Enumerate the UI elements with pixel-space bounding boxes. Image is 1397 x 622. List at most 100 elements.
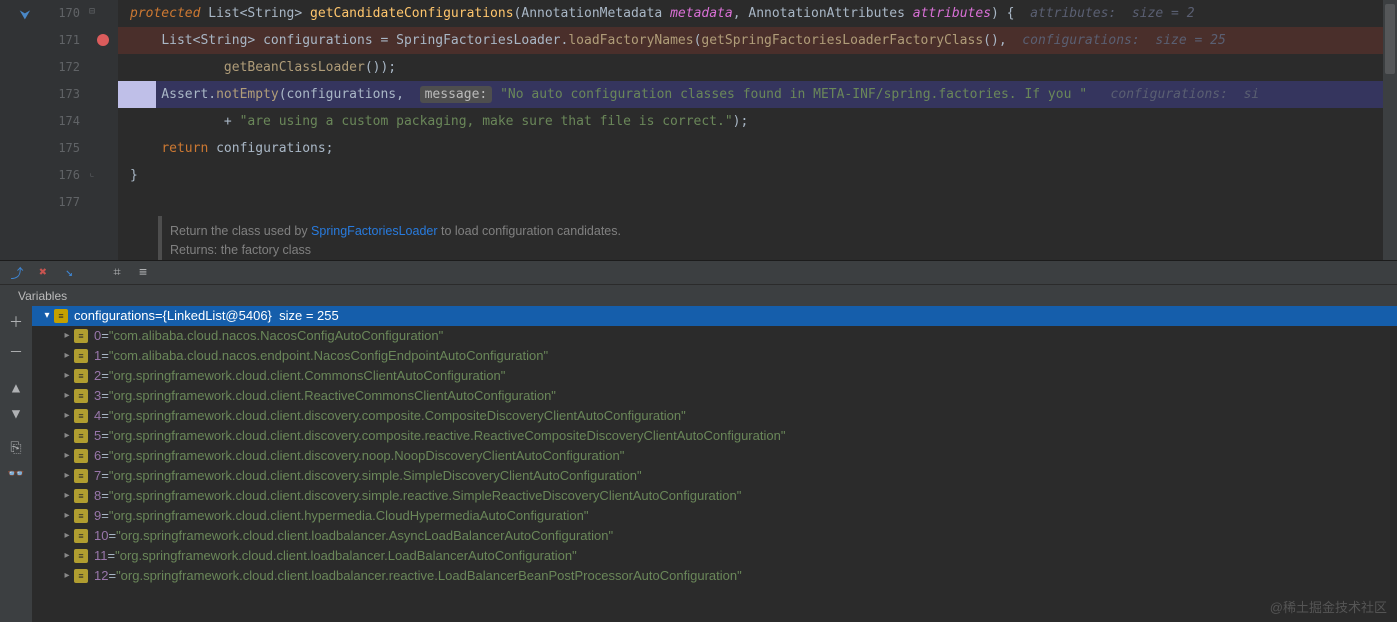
equals: = [155, 306, 163, 326]
settings-icon[interactable]: ≡ [136, 266, 150, 280]
field-icon: ≡ [74, 509, 88, 523]
threads-icon[interactable]: ↘ [62, 266, 76, 280]
move-up-icon[interactable]: ▲ [12, 380, 20, 396]
tree-row[interactable]: ▸≡9 = "org.springframework.cloud.client.… [32, 506, 1397, 526]
code-line[interactable]: return configurations; [118, 135, 1397, 162]
fold-end-icon[interactable]: ⌞ [89, 168, 95, 179]
debugger-toolbar: ⤴ ✖ ↘ ⌗ ≡ [0, 260, 1397, 284]
expand-arrow-icon[interactable]: ▸ [60, 406, 74, 426]
method-call: getBeanClassLoader [224, 60, 365, 75]
tree-row[interactable]: ▸≡ 10 = "org.springframework.cloud.client… [32, 526, 1397, 546]
tree-row[interactable]: ▸≡4 = "org.springframework.cloud.client.… [32, 406, 1397, 426]
copy-icon[interactable]: ⎘ [10, 440, 21, 456]
text: (configurations, [279, 87, 420, 102]
expand-arrow-icon[interactable]: ▸ [60, 526, 74, 546]
fold-start-icon[interactable]: ⊟ [89, 6, 95, 17]
editor-scrollbar[interactable] [1383, 0, 1397, 260]
tree-row[interactable]: ▸≡2 = "org.springframework.cloud.client.… [32, 366, 1397, 386]
string-literal: "are using a custom packaging, make sure… [240, 114, 733, 129]
variables-panel: ＋ － ▲ ▼ ⎘ 👓 ▾ ≡ configurations = {Linked… [0, 306, 1397, 622]
tree-row[interactable]: ▸≡1 = "com.alibaba.cloud.nacos.endpoint.… [32, 346, 1397, 366]
add-watch-icon[interactable]: ＋ [9, 312, 23, 332]
field-icon: ≡ [74, 349, 88, 363]
tree-row[interactable]: ▸≡6 = "org.springframework.cloud.client.… [32, 446, 1397, 466]
param-type: AnnotationMetadata [521, 6, 670, 21]
doc-text: to load configuration candidates. [438, 224, 621, 238]
glasses-icon[interactable]: 👓 [7, 466, 24, 482]
field-icon: ≡ [74, 529, 88, 543]
tree-row[interactable]: ▸≡0 = "com.alibaba.cloud.nacos.NacosConf… [32, 326, 1397, 346]
indent [130, 33, 161, 48]
var-value: "org.springframework.cloud.client.loadba… [116, 526, 613, 546]
expand-arrow-icon[interactable]: ▸ [60, 446, 74, 466]
tree-row[interactable]: ▸≡5 = "org.springframework.cloud.client.… [32, 426, 1397, 446]
expand-arrow-icon[interactable]: ▸ [60, 506, 74, 526]
breakpoint-icon[interactable] [97, 34, 109, 46]
inlay-hint: configurations: size = 25 [1007, 33, 1226, 48]
equals: = [101, 506, 109, 526]
line-number: 173 [50, 81, 80, 108]
equals: = [101, 366, 109, 386]
expand-arrow-icon[interactable]: ▸ [60, 546, 74, 566]
equals: = [108, 526, 116, 546]
line-number: 177 [50, 189, 80, 216]
expand-arrow-icon[interactable]: ▾ [40, 306, 54, 326]
field-icon: ≡ [74, 449, 88, 463]
object-ref: {LinkedList@5406} [163, 306, 272, 326]
expand-arrow-icon[interactable]: ▸ [60, 566, 74, 586]
doc-link[interactable]: SpringFactoriesLoader [311, 224, 437, 238]
paren: ()); [365, 60, 396, 75]
method-call: loadFactoryNames [568, 33, 693, 48]
text: Assert. [130, 87, 216, 102]
line-number: 171 [50, 27, 80, 54]
equals: = [101, 446, 109, 466]
variables-tab[interactable]: Variables [0, 284, 1397, 306]
move-down-icon[interactable]: ▼ [12, 406, 20, 422]
code-line[interactable]: protected List<String> getCandidateConfi… [118, 0, 1397, 27]
variables-tree[interactable]: ▾ ≡ configurations = {LinkedList@5406} s… [32, 306, 1397, 622]
var-value: "com.alibaba.cloud.nacos.endpoint.NacosC… [109, 346, 548, 366]
code-line[interactable]: getBeanClassLoader()); [118, 54, 1397, 81]
calculator-icon[interactable]: ⌗ [110, 266, 124, 280]
tree-row[interactable]: ▸≡12 = "org.springframework.cloud.client… [32, 566, 1397, 586]
expand-arrow-icon[interactable]: ▸ [60, 466, 74, 486]
expand-arrow-icon[interactable]: ▸ [60, 386, 74, 406]
doc-text: Returns: the factory class [170, 241, 1389, 260]
expand-arrow-icon[interactable]: ▸ [60, 426, 74, 446]
var-index: 1 [94, 346, 101, 366]
code-line[interactable]: List<String> configurations = SpringFact… [118, 27, 1397, 54]
expand-arrow-icon[interactable]: ▸ [60, 366, 74, 386]
tree-row[interactable]: ▸≡11 = "org.springframework.cloud.client… [32, 546, 1397, 566]
line-number-gutter: 170 171 172 173 174 175 176 177 [50, 0, 88, 260]
code-line[interactable] [118, 189, 1397, 216]
override-icon[interactable]: ⮟ [19, 8, 30, 23]
equals: = [101, 466, 109, 486]
stop-icon[interactable]: ✖ [36, 266, 50, 280]
code-line-current[interactable]: Assert.notEmpty(configurations, message:… [118, 81, 1397, 108]
var-index: 0 [94, 326, 101, 346]
comma: , [733, 6, 749, 21]
text: } [130, 168, 138, 183]
var-index: 10 [94, 526, 108, 546]
tree-row[interactable]: ▸≡3 = "org.springframework.cloud.client.… [32, 386, 1397, 406]
code-editor[interactable]: ⮟ 170 171 172 173 174 175 176 177 💡 ⊟ ⌞ … [0, 0, 1397, 260]
tree-root[interactable]: ▾ ≡ configurations = {LinkedList@5406} s… [32, 306, 1397, 326]
code-content[interactable]: protected List<String> getCandidateConfi… [118, 0, 1397, 260]
var-value: "org.springframework.cloud.client.discov… [109, 466, 642, 486]
expand-arrow-icon[interactable]: ▸ [60, 486, 74, 506]
line-number: 175 [50, 135, 80, 162]
method-call: getSpringFactoriesLoaderFactoryClass [701, 33, 983, 48]
expand-arrow-icon[interactable]: ▸ [60, 326, 74, 346]
field-icon: ≡ [74, 329, 88, 343]
code-line[interactable]: } [118, 162, 1397, 189]
remove-watch-icon[interactable]: － [9, 342, 23, 362]
scrollbar-thumb[interactable] [1385, 4, 1395, 74]
tree-row[interactable]: ▸≡7 = "org.springframework.cloud.client.… [32, 466, 1397, 486]
expand-arrow-icon[interactable]: ▸ [60, 346, 74, 366]
size-hint [272, 306, 279, 326]
tree-row[interactable]: ▸≡8 = "org.springframework.cloud.client.… [32, 486, 1397, 506]
param-type: AnnotationAttributes [748, 6, 912, 21]
code-line[interactable]: + "are using a custom packaging, make su… [118, 108, 1397, 135]
text: configurations; [208, 141, 333, 156]
rerun-icon[interactable]: ⤴ [10, 266, 24, 280]
